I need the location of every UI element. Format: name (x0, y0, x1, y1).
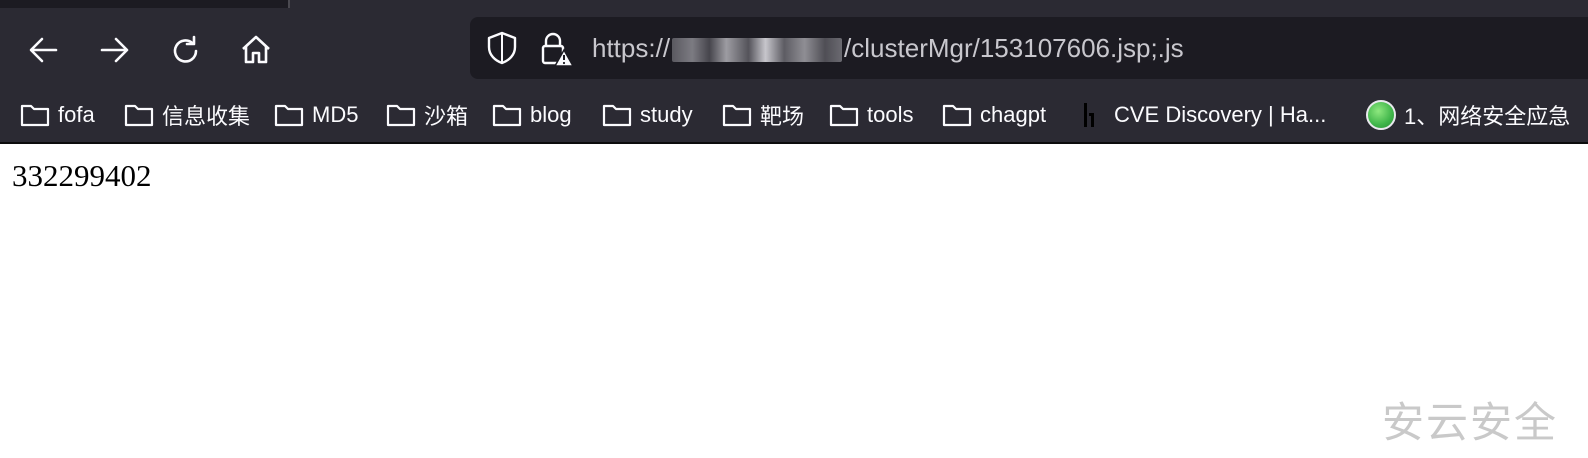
bookmark-item[interactable]: 1、网络安全应急 (1366, 97, 1570, 133)
url-bar[interactable]: https:// /clusterMgr/153107606.jsp;.js (470, 17, 1588, 79)
folder-icon (274, 104, 304, 127)
arrow-right-icon (100, 37, 129, 63)
arrow-left-icon (29, 37, 58, 63)
bookmark-label: chagpt (980, 102, 1047, 127)
bookmark-item[interactable]: blog (492, 97, 572, 133)
bookmark-item[interactable]: chagpt (942, 97, 1046, 133)
site-favicon-icon (1084, 103, 1094, 127)
bookmark-item[interactable]: MD5 (274, 97, 358, 133)
bookmark-item[interactable]: fofa (20, 97, 95, 133)
bookmark-label: CVE Discovery | Ha... (1114, 102, 1327, 127)
active-tab[interactable] (290, 0, 1588, 8)
navigation-toolbar: https:// /clusterMgr/153107606.jsp;.js (0, 8, 1588, 88)
shield-icon[interactable] (484, 30, 520, 66)
lock-warning-icon[interactable] (536, 29, 576, 69)
reload-button[interactable] (166, 30, 206, 70)
watermark: 安云安全 (1382, 398, 1559, 447)
bookmark-item[interactable]: 沙箱 (386, 97, 468, 133)
bookmark-label: 1、网络安全应急 (1404, 104, 1571, 129)
bookmark-item[interactable]: 靶场 (722, 97, 804, 133)
reload-icon (173, 35, 198, 63)
bookmark-label: study (640, 102, 693, 127)
bookmark-label: tools (867, 102, 914, 127)
url-text[interactable]: https:// /clusterMgr/153107606.jsp;.js (592, 31, 1184, 65)
bookmark-label: blog (530, 102, 572, 127)
bookmark-label: MD5 (312, 102, 359, 127)
bookmark-item[interactable]: study (602, 97, 693, 133)
home-button[interactable] (236, 30, 276, 70)
bookmark-label: fofa (58, 102, 95, 127)
folder-icon (492, 104, 522, 127)
folder-icon (942, 104, 972, 127)
home-icon (242, 35, 270, 64)
url-path: /clusterMgr/153107606.jsp;.js (844, 33, 1184, 63)
green-globe-icon (1366, 100, 1396, 130)
folder-icon (829, 104, 859, 127)
redacted-host (672, 38, 843, 63)
folder-icon (386, 104, 416, 127)
bookmark-label: 沙箱 (424, 104, 469, 129)
bookmarks-bar: fofa 信息收集 MD5 沙箱 blog study 靶场 tools chagpt CVE D… (0, 88, 1588, 144)
folder-icon (722, 104, 752, 127)
bookmark-item[interactable]: tools (829, 97, 913, 133)
bookmark-item[interactable]: 信息收集 (124, 97, 250, 133)
url-scheme: https:// (592, 33, 671, 63)
bookmark-label: 靶场 (760, 104, 805, 129)
bookmark-label: 信息收集 (162, 104, 251, 129)
back-button[interactable] (24, 30, 64, 70)
folder-icon (124, 104, 154, 127)
folder-icon (602, 104, 632, 127)
page-body-text: 332299402 (12, 158, 152, 193)
bookmark-item[interactable]: CVE Discovery | Ha... (1082, 97, 1326, 133)
forward-button[interactable] (94, 30, 134, 70)
folder-icon (20, 104, 50, 127)
tab-strip (0, 0, 1588, 8)
